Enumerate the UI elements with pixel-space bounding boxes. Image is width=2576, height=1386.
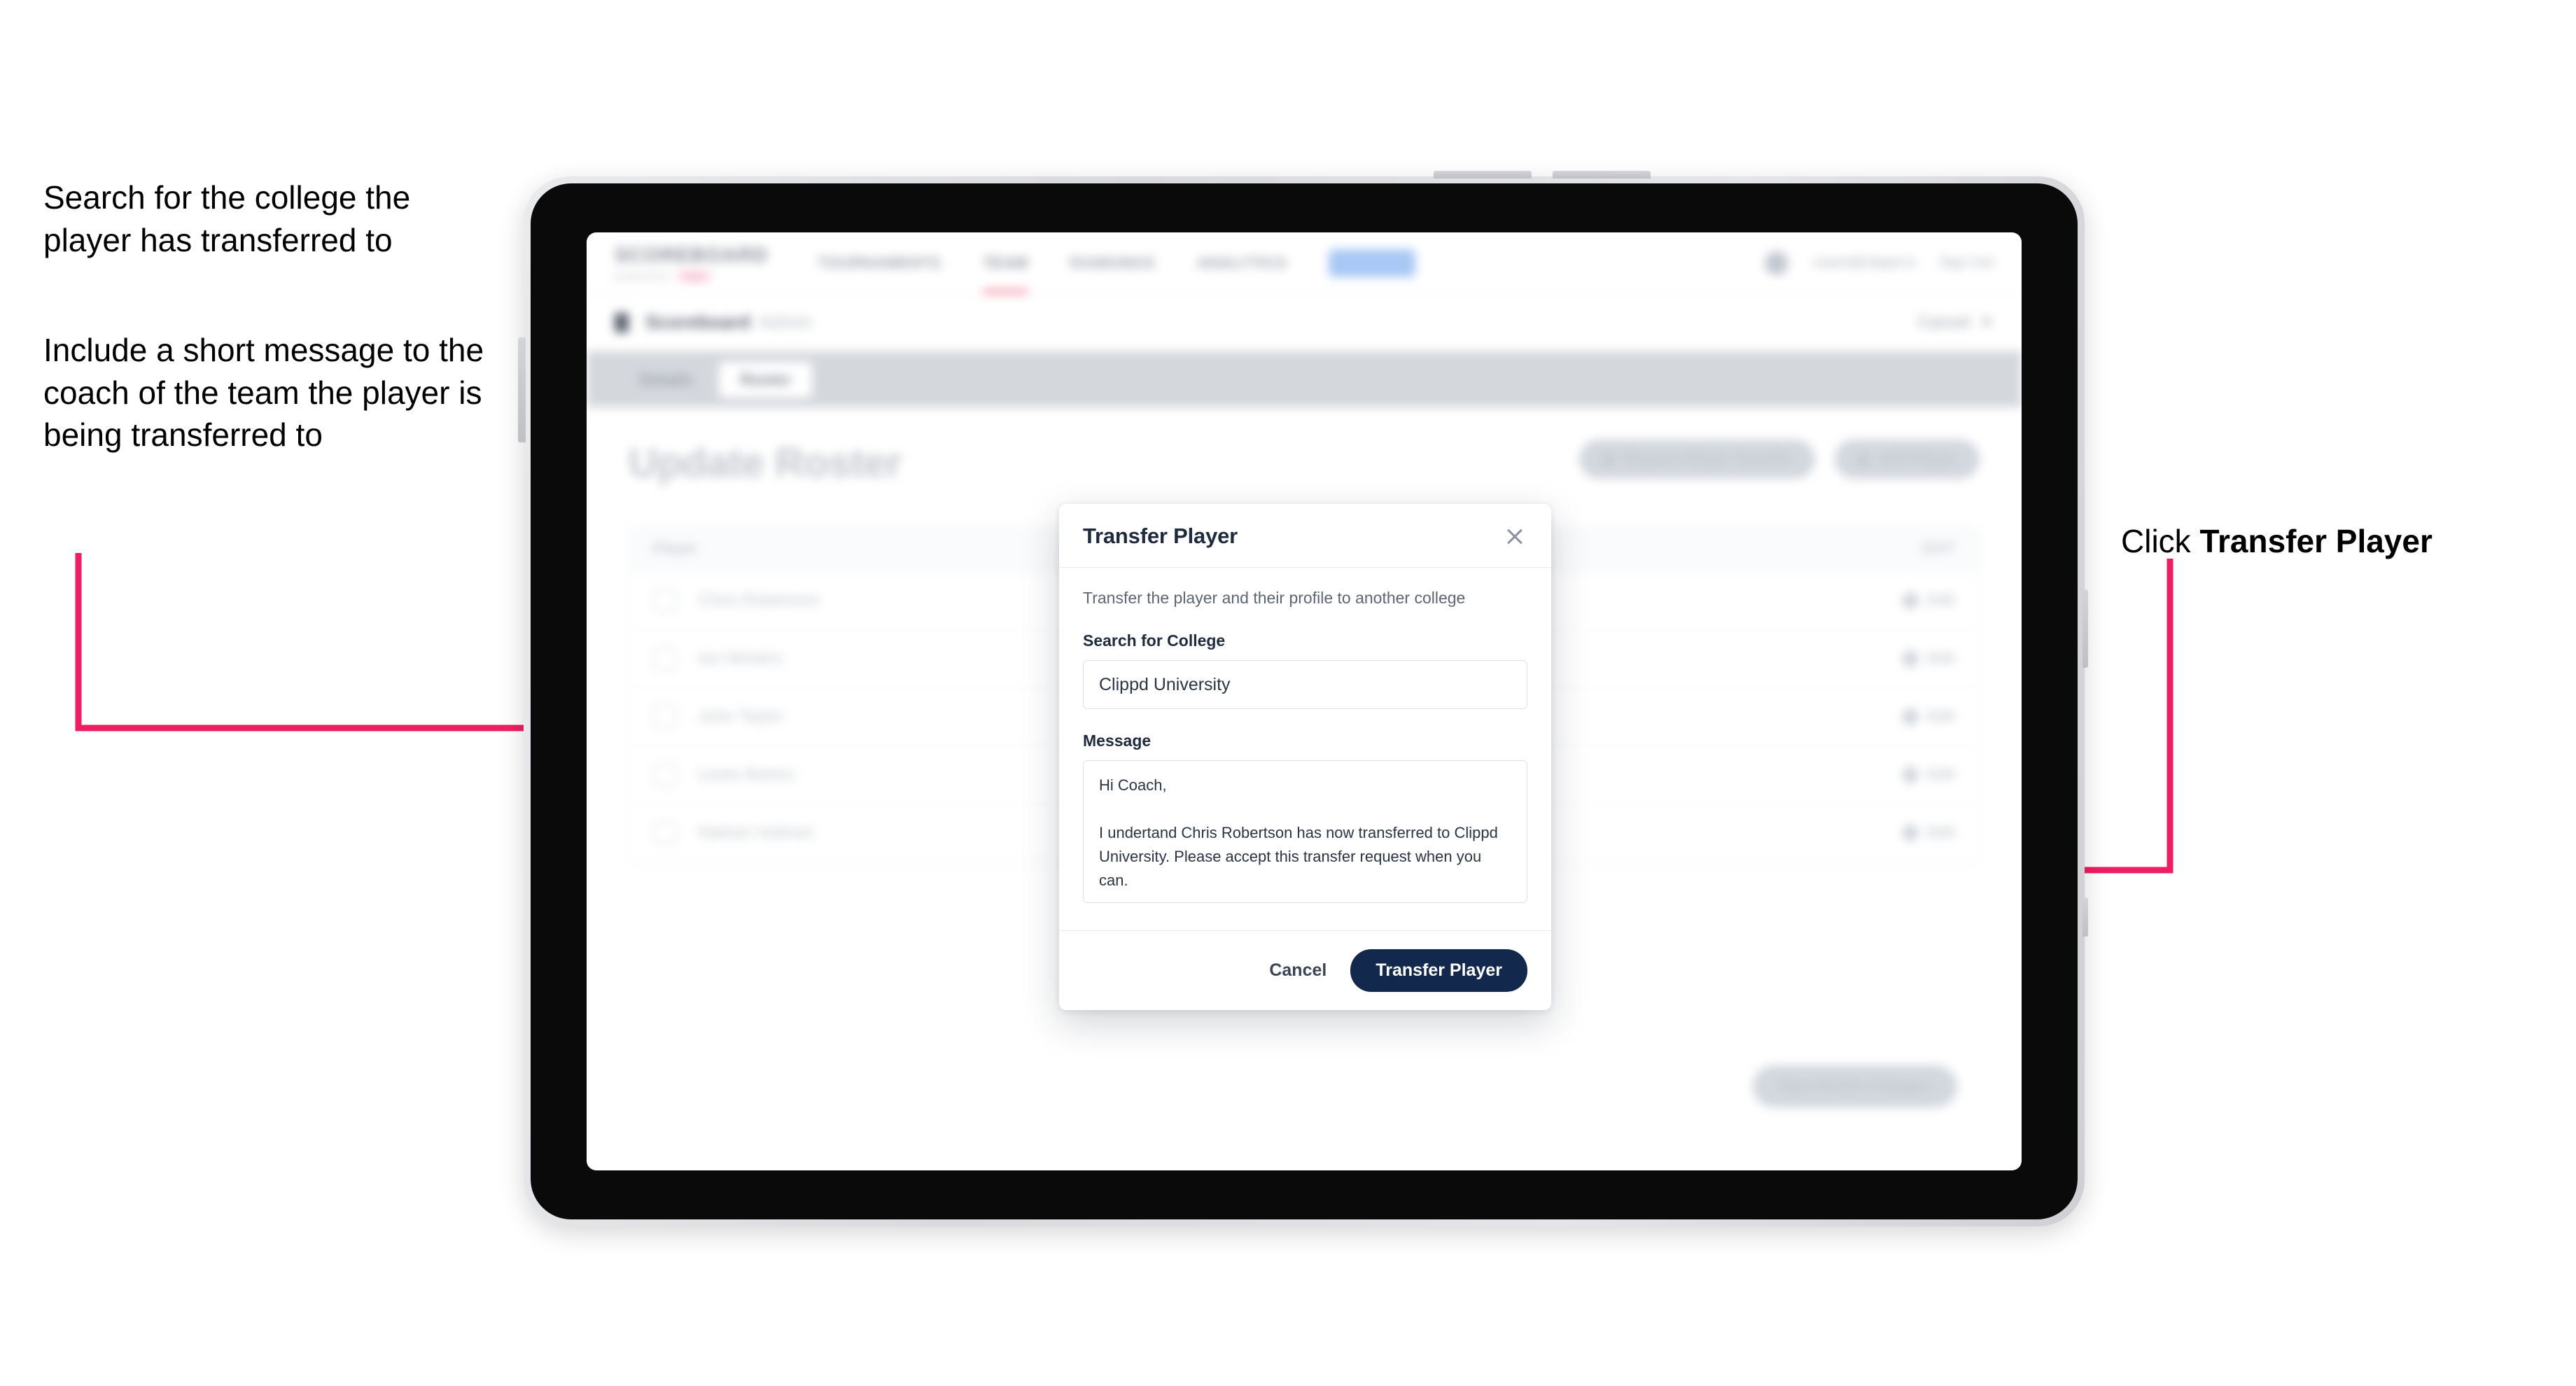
row-edit-button[interactable]: Edit — [1900, 590, 1955, 611]
message-field-label: Message — [1083, 732, 1152, 750]
row-edit-label: Edit — [1927, 650, 1955, 666]
nav-links: TOURNAMENTS TEAM RANKINGS ANALYTICS ADMI… — [818, 248, 1416, 293]
app-logo[interactable]: SCOREBOARD powered by clippd — [615, 244, 776, 282]
row-edit-label: Edit — [1927, 825, 1955, 841]
row-checkbox[interactable] — [653, 705, 677, 729]
row-edit-button[interactable]: Edit — [1900, 706, 1955, 727]
roster-column-edit: EDIT — [1921, 540, 1955, 556]
modal-description: Transfer the player and their profile to… — [1083, 589, 1466, 607]
breadcrumb-title: Scoreboard — [645, 312, 751, 332]
user-email: coach@clippd.io — [1812, 255, 1916, 270]
volume-down-button[interactable] — [1553, 171, 1651, 178]
save-roster-button[interactable]: Save Roster Changes — [1753, 1065, 1957, 1107]
annotation-search-college: Search for the college the player has tr… — [43, 179, 411, 258]
pencil-icon — [1900, 706, 1921, 727]
top-navbar: SCOREBOARD powered by clippd TOURNAMENTS… — [587, 232, 2022, 294]
request-transfer-label: Request Player Transfer — [1623, 451, 1792, 467]
side-connector-bottom — [2082, 897, 2088, 937]
breadcrumb-cancel-button[interactable]: Cancel ✕ — [1917, 312, 1994, 332]
college-field-label: Search for College — [1083, 631, 1226, 650]
close-icon: ✕ — [1979, 313, 1994, 332]
annotation-click-target: Transfer Player — [2199, 522, 2432, 559]
college-field-group: Search for College — [1083, 631, 1527, 709]
nav-user-area: coach@clippd.io Sign Out — [1765, 251, 1994, 275]
transfer-player-modal: Transfer Player Transfer the player and … — [1059, 504, 1551, 1010]
pencil-icon — [1900, 648, 1921, 669]
add-player-button[interactable]: Add Player — [1835, 440, 1980, 479]
cancel-button[interactable]: Cancel — [1269, 960, 1326, 981]
annotation-include-message: Include a short message to the coach of … — [43, 332, 484, 454]
page-title: Update Roster — [629, 440, 902, 486]
breadcrumb-cancel-label: Cancel — [1917, 312, 1970, 332]
roster-column-player: Player — [653, 540, 698, 556]
plus-icon — [1858, 454, 1870, 465]
annotation-click-transfer: Click Transfer Player — [2121, 477, 2555, 562]
nav-link-team[interactable]: TEAM — [983, 254, 1028, 293]
row-edit-label: Edit — [1927, 592, 1955, 608]
breadcrumb-icon — [615, 312, 629, 332]
nav-link-analytics[interactable]: ANALYTICS — [1197, 254, 1287, 272]
power-button[interactable] — [518, 337, 526, 442]
row-edit-label: Edit — [1927, 708, 1955, 724]
modal-header: Transfer Player — [1059, 504, 1551, 568]
logo-wordmark: SCOREBOARD — [615, 244, 769, 267]
row-checkbox[interactable] — [653, 589, 677, 612]
side-connector-top — [2082, 589, 2088, 668]
row-checkbox[interactable] — [653, 821, 677, 845]
pencil-icon — [1900, 764, 1921, 785]
request-player-transfer-button[interactable]: Request Player Transfer — [1578, 440, 1816, 479]
close-icon[interactable] — [1502, 524, 1527, 549]
tab-roster[interactable]: Roster — [719, 361, 813, 398]
player-name: Chris Robertson — [698, 591, 820, 610]
bottom-action-area: Save Roster Changes — [1753, 1065, 1957, 1107]
transfer-icon — [1602, 454, 1614, 465]
breadcrumb-subtitle: Admin — [759, 312, 813, 332]
transfer-player-button[interactable]: Transfer Player — [1350, 949, 1527, 992]
message-field-group: Message Hi Coach, I undertand Chris Robe… — [1083, 732, 1527, 906]
player-name: John Taylor — [698, 707, 784, 726]
volume-up-button[interactable] — [1434, 171, 1532, 178]
tab-details[interactable]: Details — [619, 362, 713, 398]
search-college-input[interactable] — [1083, 660, 1527, 709]
modal-body: Transfer the player and their profile to… — [1059, 568, 1551, 930]
row-edit-button[interactable]: Edit — [1900, 822, 1955, 844]
logo-subline: powered by clippd — [615, 270, 776, 282]
screenshot-canvas: Search for the college the player has tr… — [0, 0, 2576, 1386]
row-edit-button[interactable]: Edit — [1900, 764, 1955, 785]
tab-bar: Details Roster — [587, 351, 2022, 407]
row-edit-button[interactable]: Edit — [1900, 648, 1955, 669]
modal-title: Transfer Player — [1083, 524, 1238, 548]
player-name: Lewis Barton — [698, 765, 795, 784]
nav-link-rankings[interactable]: RANKINGS — [1070, 254, 1155, 272]
player-name: Nathan Holmes — [698, 823, 814, 842]
message-input[interactable]: Hi Coach, I undertand Chris Robertson ha… — [1083, 760, 1527, 903]
breadcrumb: Scoreboard Admin Cancel ✕ — [587, 294, 2022, 351]
row-checkbox[interactable] — [653, 763, 677, 787]
player-name: Ian Winters — [698, 649, 783, 668]
nav-link-admin[interactable]: ADMIN — [1329, 248, 1416, 277]
nav-link-tournaments[interactable]: TOURNAMENTS — [818, 254, 941, 272]
row-checkbox[interactable] — [653, 647, 677, 671]
logo-brand-badge: clippd — [676, 270, 713, 282]
page-action-buttons: Request Player Transfer Add Player — [1578, 440, 1980, 479]
annotation-click-prefix: Click — [2121, 522, 2200, 559]
pencil-icon — [1900, 590, 1921, 611]
add-player-label: Add Player — [1879, 451, 1956, 467]
pencil-icon — [1900, 822, 1921, 844]
sign-out-link[interactable]: Sign Out — [1939, 255, 1994, 271]
row-edit-label: Edit — [1927, 766, 1955, 783]
page-header: Update Roster Request Player Transfer Ad… — [629, 440, 1980, 486]
avatar[interactable] — [1765, 251, 1789, 275]
logo-powered-by: powered by — [615, 270, 669, 281]
modal-footer: Cancel Transfer Player — [1059, 930, 1551, 1010]
